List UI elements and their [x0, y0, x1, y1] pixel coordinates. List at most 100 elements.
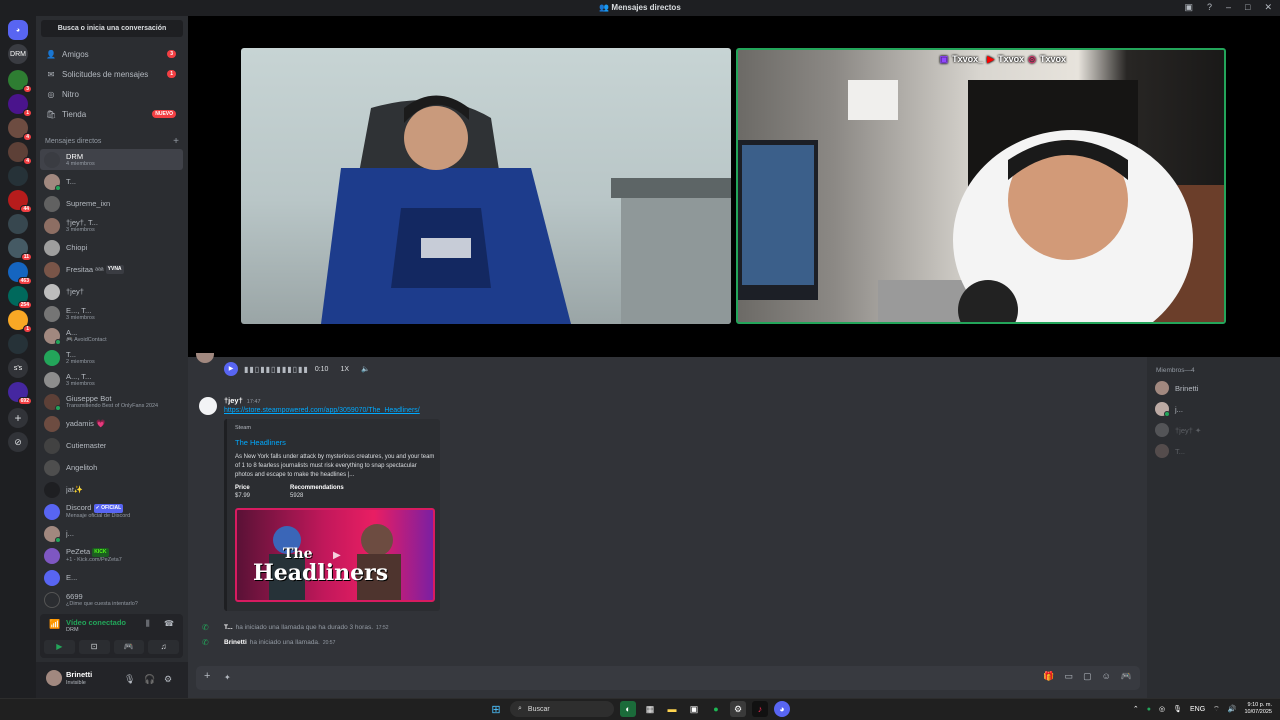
- dm-item[interactable]: Cutiemaster: [40, 435, 183, 456]
- dm-item[interactable]: Discord ✓ OFICIAL Mensaje oficial de Disc…: [40, 501, 183, 522]
- message-author[interactable]: †jey†: [224, 396, 243, 405]
- nav-shop[interactable]: 🛍 Tienda NUEVO: [40, 105, 182, 123]
- windows-start-icon[interactable]: ⊞: [488, 701, 504, 717]
- settings-gear-icon[interactable]: ⚙: [164, 674, 172, 685]
- dm-item[interactable]: Giuseppe Bot Transmitiendo Best of OnlyFa…: [40, 391, 183, 412]
- nav-nitro[interactable]: ◎ Nitro: [40, 85, 182, 103]
- noise-suppression-icon[interactable]: ⫼: [146, 619, 150, 629]
- search-conversation-button[interactable]: Busca o inicia una conversación: [41, 20, 183, 37]
- screen-share-button[interactable]: ⊡: [78, 640, 110, 654]
- server-icon[interactable]: 4: [8, 142, 32, 165]
- member-item[interactable]: j...: [1155, 400, 1275, 418]
- tray-app-icon[interactable]: ●: [1147, 706, 1151, 713]
- discover-button[interactable]: ⊘: [8, 432, 28, 452]
- app-icon[interactable]: ▣: [686, 701, 702, 717]
- volume-icon[interactable]: 🔊: [1228, 705, 1237, 713]
- server-icon[interactable]: [8, 214, 28, 234]
- minimize-icon[interactable]: –: [1226, 2, 1231, 13]
- server-icon[interactable]: 4: [8, 118, 32, 141]
- spotify-icon[interactable]: ●: [708, 701, 724, 717]
- server-icon[interactable]: [8, 166, 28, 186]
- server-icon[interactable]: 1: [8, 310, 32, 333]
- nav-friends[interactable]: 👤 Amigos 3: [40, 45, 182, 63]
- call-user[interactable]: T...: [224, 624, 233, 631]
- apps-icon[interactable]: 🎮: [1121, 671, 1132, 682]
- avatar[interactable]: [199, 397, 217, 415]
- tray-mic-icon[interactable]: 🎙: [1173, 705, 1182, 713]
- server-icon[interactable]: [8, 334, 28, 354]
- message-link[interactable]: https://store.steampowered.com/app/30590…: [224, 407, 420, 414]
- server-icon[interactable]: 692: [8, 382, 32, 405]
- server-icon[interactable]: 254: [8, 286, 32, 309]
- dm-item[interactable]: Supreme_ixn: [40, 193, 183, 214]
- attach-plus-icon[interactable]: +: [204, 670, 210, 682]
- voice-status[interactable]: Vídeo conectado: [66, 618, 126, 627]
- message-composer[interactable]: + ✦ 🎁 ▭ ▢ ☺ 🎮: [196, 666, 1140, 690]
- tray-chevron-icon[interactable]: ⌃: [1133, 705, 1139, 713]
- dm-item[interactable]: PeZeta KICK +1 - Kick.com/PeZeta7: [40, 545, 183, 566]
- embed-video-thumbnail[interactable]: The Headliners ▶: [235, 508, 435, 602]
- taskbar-search[interactable]: ⌕ Buscar: [510, 701, 614, 717]
- dm-item[interactable]: †jey†, T... 3 miembros: [40, 215, 183, 236]
- member-item[interactable]: T...: [1155, 442, 1275, 460]
- volume-icon[interactable]: 🔈: [361, 365, 370, 373]
- help-icon[interactable]: ?: [1207, 2, 1212, 13]
- emoji-icon[interactable]: ☺: [1102, 671, 1111, 682]
- headphones-icon[interactable]: 🎧: [144, 674, 155, 685]
- discord-taskbar-icon[interactable]: ◕: [774, 701, 790, 717]
- video-tile-participant-1[interactable]: [241, 48, 731, 324]
- avatar[interactable]: [46, 670, 62, 686]
- microphone-icon[interactable]: 🎙: [124, 674, 135, 685]
- dm-item[interactable]: yadamis 💗: [40, 413, 183, 434]
- dm-item[interactable]: A..., T... 3 miembros: [40, 369, 183, 390]
- activity-button[interactable]: 🎮: [113, 640, 145, 654]
- dm-item[interactable]: 6699 ¿Dime que cuesta intentarlo?: [40, 589, 183, 610]
- gift-icon[interactable]: 🎁: [1043, 671, 1054, 682]
- play-icon[interactable]: ▶: [224, 362, 238, 376]
- member-item[interactable]: Brinetti: [1155, 379, 1275, 397]
- video-tile-participant-2[interactable]: ▣ Txvox_ ▶ Txvox ◎ Txvox: [736, 48, 1226, 324]
- disconnect-icon[interactable]: ☎: [164, 619, 174, 628]
- dm-item[interactable]: A... 🎮 AvoidContact: [40, 325, 183, 346]
- dm-item[interactable]: jat✨: [40, 479, 183, 500]
- member-item[interactable]: †jey† ✦: [1155, 421, 1275, 439]
- dm-item[interactable]: DRM 4 miembros: [40, 149, 183, 170]
- server-icon[interactable]: 463: [8, 262, 32, 285]
- dm-item[interactable]: E..., T... 3 miembros: [40, 303, 183, 324]
- edge-icon[interactable]: ◐: [620, 701, 636, 717]
- server-icon[interactable]: s's: [8, 358, 28, 378]
- add-server-button[interactable]: +: [8, 408, 28, 428]
- play-video-icon[interactable]: ▶: [333, 550, 341, 561]
- create-dm-icon[interactable]: +: [173, 136, 179, 147]
- sticker-icon[interactable]: ▢: [1083, 671, 1092, 682]
- gif-icon[interactable]: ▭: [1065, 671, 1074, 682]
- soundboard-button[interactable]: ♫: [148, 640, 179, 654]
- wifi-icon[interactable]: ⌔: [1213, 705, 1220, 714]
- dm-item[interactable]: Fresitaa ᵃᵃᵃ YVNA: [40, 259, 183, 280]
- dm-item[interactable]: E...: [40, 567, 183, 588]
- dm-item[interactable]: Angelitoh: [40, 457, 183, 478]
- system-clock[interactable]: 9:10 p. m. 10/07/2025: [1244, 702, 1272, 716]
- home-dm-button[interactable]: ◕: [8, 20, 28, 40]
- dm-item[interactable]: T...: [40, 171, 183, 192]
- store-icon[interactable]: ▦: [642, 701, 658, 717]
- embed-title[interactable]: The Headliners: [235, 438, 432, 447]
- close-icon[interactable]: ✕: [1264, 2, 1272, 13]
- dm-item[interactable]: j...: [40, 523, 183, 544]
- nav-message-requests[interactable]: ✉ Solicitudes de mensajes 1: [40, 65, 182, 83]
- server-icon[interactable]: 44: [8, 190, 32, 213]
- server-icon[interactable]: DRM: [8, 44, 28, 64]
- server-icon[interactable]: 3: [8, 70, 32, 93]
- playback-speed-button[interactable]: 1X: [340, 366, 349, 373]
- dm-item[interactable]: †jey†: [40, 281, 183, 302]
- sparkle-icon[interactable]: ✦: [224, 673, 231, 682]
- steam-icon[interactable]: ⚙: [730, 701, 746, 717]
- maximize-icon[interactable]: □: [1245, 2, 1250, 13]
- inbox-icon[interactable]: ▣: [1184, 2, 1193, 13]
- tiktok-icon[interactable]: ♪: [752, 701, 768, 717]
- folder-icon[interactable]: ▬: [664, 701, 680, 717]
- call-user[interactable]: Brinetti: [224, 639, 247, 646]
- server-icon[interactable]: 11: [8, 238, 32, 261]
- tray-app-icon[interactable]: ◎: [1159, 705, 1165, 713]
- language-indicator[interactable]: ENG: [1190, 706, 1205, 713]
